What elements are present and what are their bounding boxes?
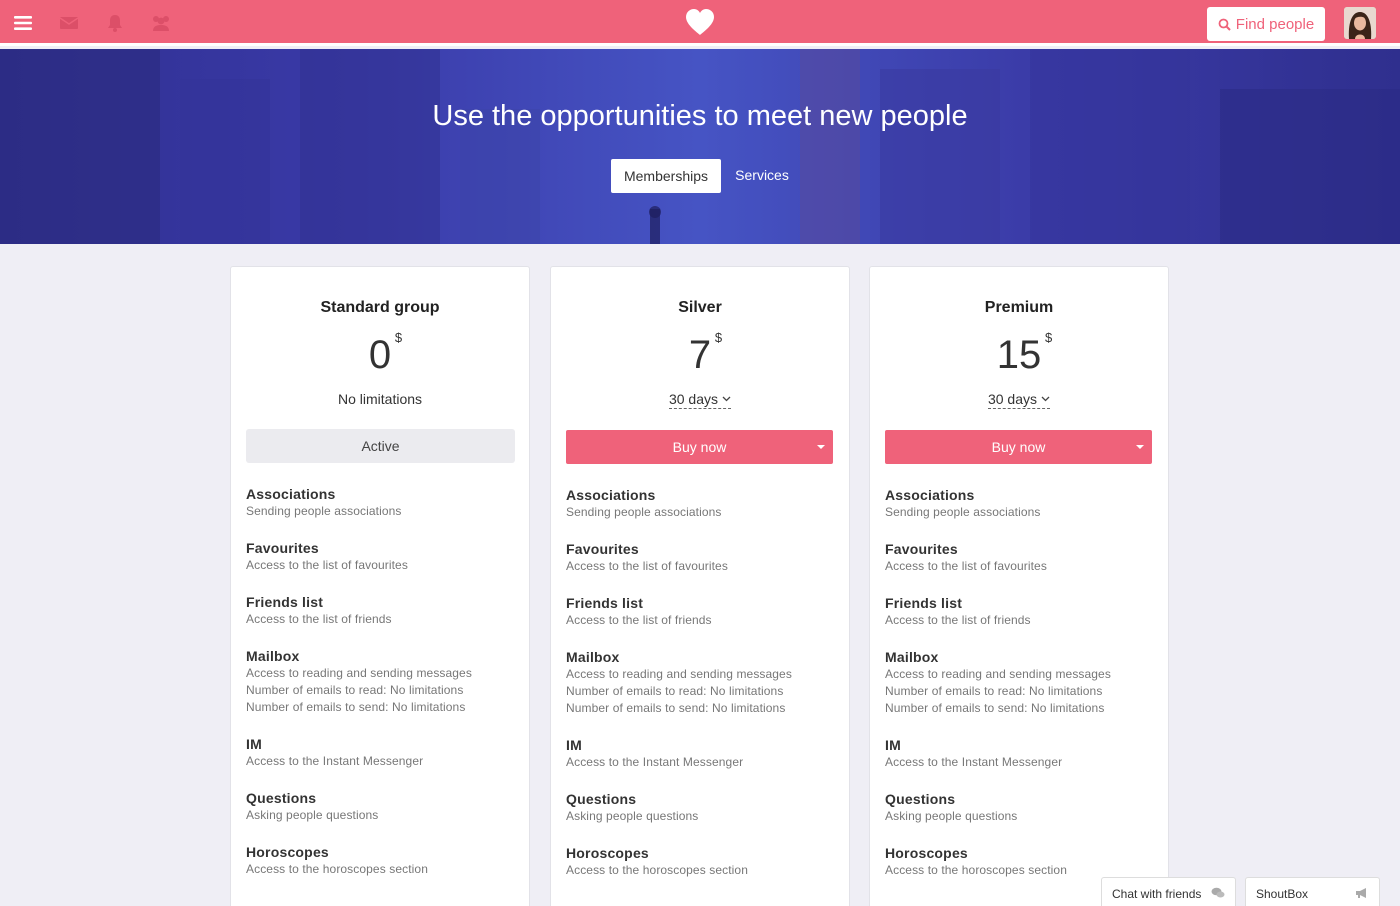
feature-mailbox: Mailbox Access to reading and sending mes… — [566, 649, 792, 715]
currency-symbol: $ — [714, 330, 723, 345]
chat-bubbles-icon — [1211, 887, 1225, 898]
feature-friends-list: Friends list Access to the list of friend… — [566, 595, 712, 627]
find-people-button[interactable]: Find people — [1207, 7, 1325, 41]
plan-price: 15 $ — [870, 331, 1168, 377]
mail-icon[interactable] — [56, 10, 82, 36]
feature-list: Associations Sending people associations … — [246, 485, 516, 897]
feature-im: IM Access to the Instant Messenger — [885, 737, 1063, 769]
feature-questions: Questions Asking people questions — [566, 791, 699, 823]
feature-friends-list: Friends list Access to the list of friend… — [246, 594, 392, 626]
buy-now-label: Buy now — [672, 439, 727, 455]
find-people-label: Find people — [1235, 15, 1315, 33]
plan-card-silver: Silver 7 $ 30 days Buy now Associations Se… — [550, 266, 850, 906]
feature-mailbox: Mailbox Access to reading and sending mes… — [885, 649, 1111, 715]
feature-mailbox: Mailbox Access to reading and sending mes… — [246, 648, 472, 714]
period-select[interactable]: 30 days — [668, 391, 732, 409]
currency-symbol: $ — [394, 330, 403, 345]
feature-im: IM Access to the Instant Messenger — [566, 737, 744, 769]
feature-horoscopes: Horoscopes Access to the horoscopes secti… — [885, 845, 1067, 877]
tab-memberships[interactable]: Memberships — [611, 159, 721, 193]
chat-tab-label: Chat with friends — [1112, 886, 1202, 901]
chevron-down-icon — [1041, 396, 1050, 402]
plan-title: Silver — [678, 299, 722, 316]
price-value: 7 — [688, 333, 712, 377]
period-label: 30 days — [668, 391, 719, 407]
plan-card-premium: Premium 15 $ 30 days Buy now Associations… — [869, 266, 1169, 906]
feature-questions: Questions Asking people questions — [246, 790, 379, 822]
plan-note: No limitations — [337, 391, 423, 407]
shoutbox-tab-label: ShoutBox — [1256, 886, 1309, 901]
chevron-down-icon — [722, 396, 731, 402]
feature-friends-list: Friends list Access to the list of friend… — [885, 595, 1031, 627]
group-icon[interactable] — [148, 10, 174, 36]
caret-down-icon[interactable] — [817, 445, 825, 449]
hero-banner: Use the opportunities to meet new people… — [0, 49, 1400, 244]
top-navbar: Find people — [0, 0, 1400, 46]
plan-price: 7 $ — [551, 331, 849, 377]
page-title: Use the opportunities to meet new people — [432, 100, 968, 132]
price-value: 0 — [368, 333, 392, 377]
currency-symbol: $ — [1045, 330, 1053, 345]
bell-icon[interactable] — [102, 10, 128, 36]
feature-associations: Associations Sending people associations — [566, 487, 722, 519]
period-label: 30 days — [987, 391, 1038, 407]
caret-down-icon[interactable] — [1136, 445, 1144, 449]
megaphone-icon — [1356, 888, 1366, 898]
feature-associations: Associations Sending people associations — [246, 486, 402, 518]
hero-background-image — [0, 49, 1400, 244]
feature-horoscopes: Horoscopes Access to the horoscopes secti… — [566, 845, 748, 877]
feature-questions: Questions Asking people questions — [885, 791, 1018, 823]
heart-logo-icon[interactable] — [684, 6, 716, 38]
tab-services[interactable]: Services — [724, 159, 800, 191]
period-select[interactable]: 30 days — [987, 391, 1051, 409]
buy-now-button[interactable]: Buy now — [885, 430, 1152, 464]
active-status-button: Active — [246, 429, 515, 463]
feature-favourites: Favourites Access to the list of favourit… — [885, 541, 1047, 573]
buy-now-label: Buy now — [991, 439, 1046, 455]
feature-favourites: Favourites Access to the list of favourit… — [566, 541, 728, 573]
feature-horoscopes: Horoscopes Access to the horoscopes secti… — [246, 844, 428, 876]
search-icon — [1218, 18, 1231, 31]
feature-list: Associations Sending people associations … — [566, 486, 836, 898]
avatar[interactable] — [1344, 7, 1376, 39]
price-value: 15 — [996, 333, 1042, 377]
feature-associations: Associations Sending people associations — [885, 487, 1041, 519]
menu-icon[interactable] — [10, 10, 36, 36]
feature-list: Associations Sending people associations … — [885, 486, 1155, 898]
plan-title: Premium — [984, 299, 1054, 316]
buy-now-button[interactable]: Buy now — [566, 430, 833, 464]
plan-card-standard: Standard group 0 $ No limitations Active … — [230, 266, 530, 906]
plan-title: Standard group — [320, 299, 440, 316]
feature-im: IM Access to the Instant Messenger — [246, 736, 424, 768]
chat-with-friends-tab[interactable]: Chat with friends — [1101, 877, 1236, 906]
plan-price: 0 $ — [231, 331, 529, 377]
feature-favourites: Favourites Access to the list of favourit… — [246, 540, 408, 572]
shoutbox-tab[interactable]: ShoutBox — [1245, 877, 1380, 906]
